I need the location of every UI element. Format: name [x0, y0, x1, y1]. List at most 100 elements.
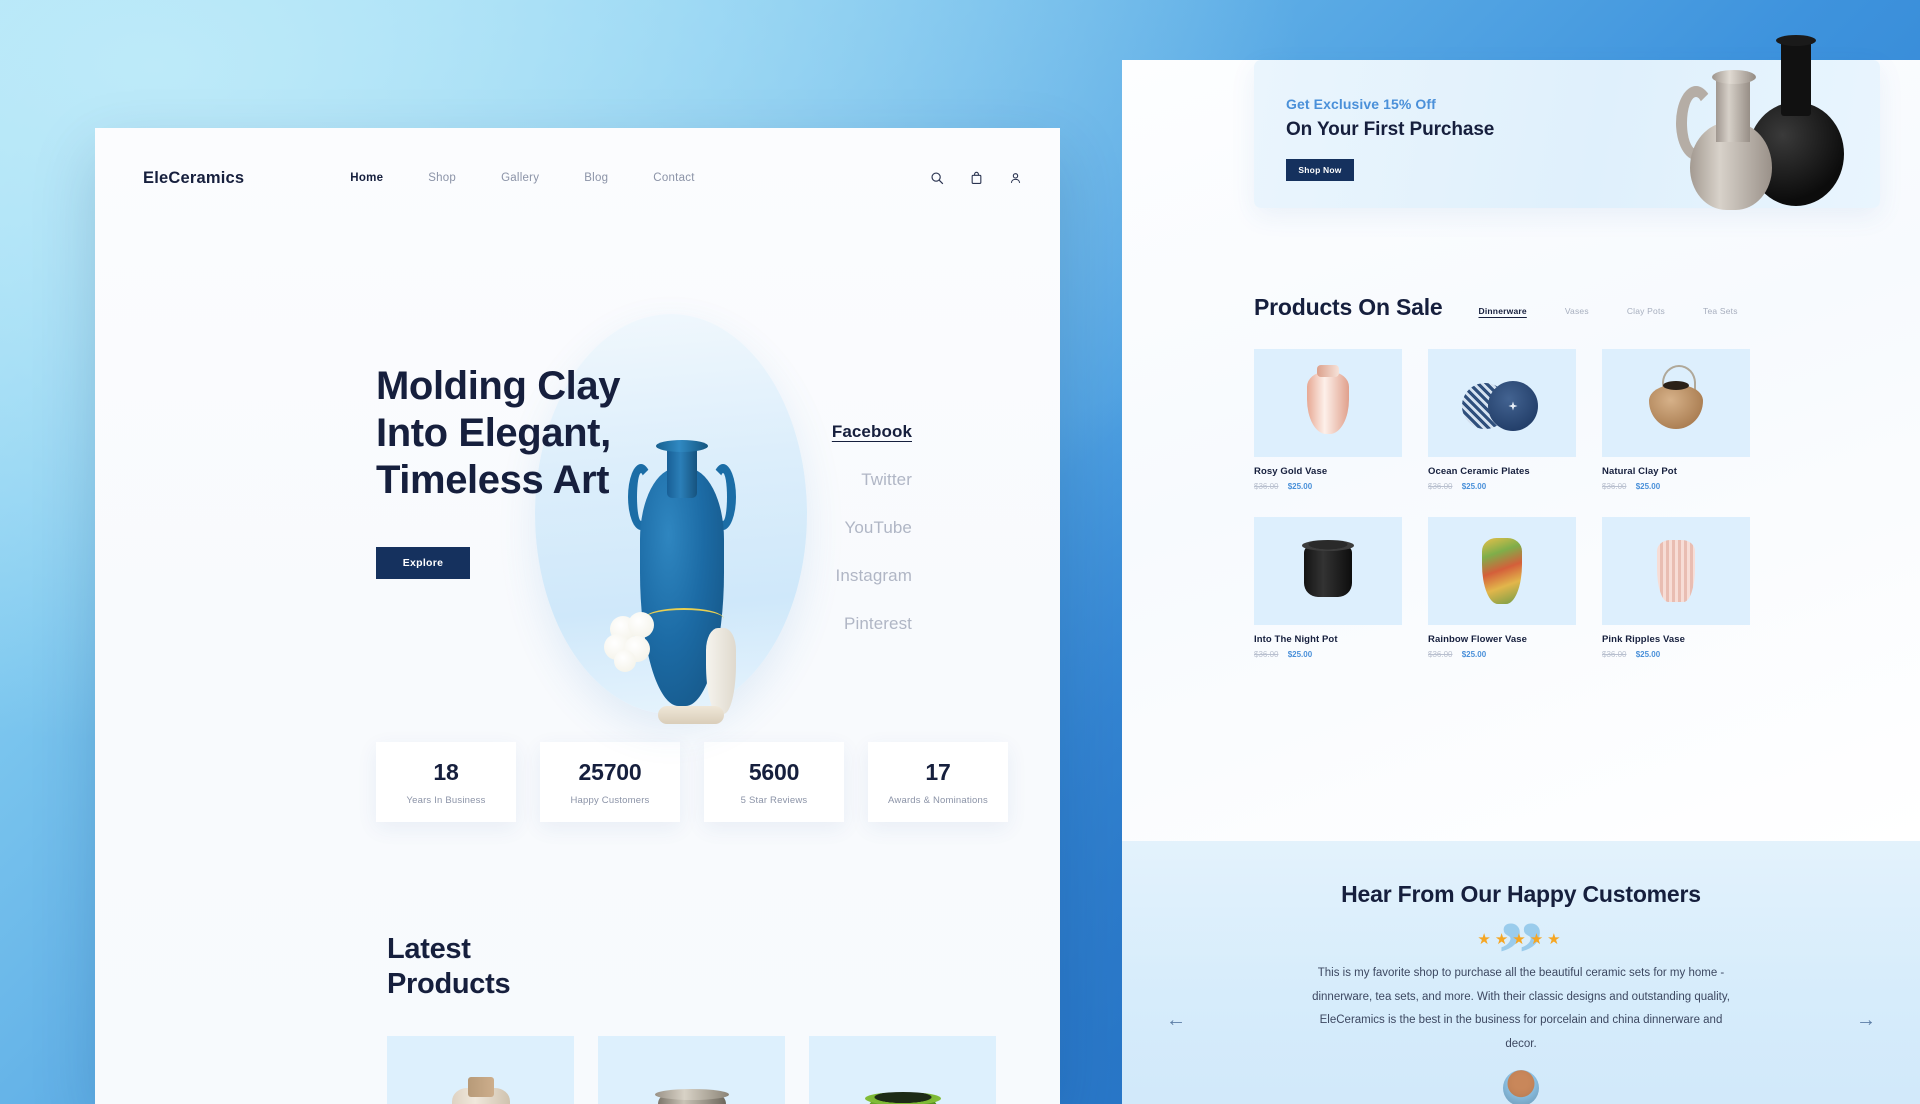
- latest-title-line-1: Latest: [387, 933, 471, 965]
- stat-value: 5600: [748, 758, 800, 785]
- product-card[interactable]: Natural Clay Pot $36.00 $25.00: [1602, 349, 1750, 491]
- nav-item-blog[interactable]: Blog: [584, 172, 608, 184]
- testimonial-author: Steve Smith: [1122, 1070, 1920, 1104]
- hero-vase-illustration: [604, 430, 742, 724]
- site-header: EleCeramics Home Shop Gallery Blog Conta…: [95, 148, 1060, 208]
- stat-value: 17: [925, 758, 951, 785]
- vase-lip: [656, 440, 708, 452]
- promo-illustration: [1644, 35, 1854, 210]
- latest-products-heading: Latest Products: [95, 932, 1060, 1002]
- sale-section-title: Products On Sale: [1254, 294, 1443, 320]
- stone-accent: [658, 706, 724, 724]
- product-old-price: $36.00: [1602, 482, 1627, 491]
- product-image: [1428, 349, 1576, 457]
- product-image: [1602, 349, 1750, 457]
- product-price: $36.00 $25.00: [1602, 482, 1750, 491]
- explore-button[interactable]: Explore: [376, 547, 470, 580]
- tab-dinnerware[interactable]: Dinnerware: [1479, 306, 1527, 316]
- latest-products-grid: [95, 1035, 1060, 1104]
- product-image: [1428, 517, 1576, 625]
- tab-tea-sets[interactable]: Tea Sets: [1703, 306, 1738, 316]
- stat-label: Awards & Nominations: [888, 794, 988, 806]
- avatar: [1503, 1070, 1539, 1104]
- flower-illustration: [604, 612, 666, 672]
- sale-products-grid: Rosy Gold Vase $36.00 $25.00 Ocean Ceram…: [1254, 349, 1880, 659]
- product-card[interactable]: Rainbow Flower Vase $36.00 $25.00: [1428, 517, 1576, 659]
- tab-vases[interactable]: Vases: [1565, 306, 1589, 316]
- stat-card-awards: 17 Awards & Nominations: [868, 742, 1008, 822]
- product-image: [1254, 517, 1402, 625]
- testimonial-card: ” ★★★★★ This is my favorite shop to purc…: [1122, 908, 1920, 1104]
- left-page-panel: EleCeramics Home Shop Gallery Blog Conta…: [95, 128, 1060, 1104]
- product-name: Into The Night Pot: [1254, 634, 1338, 645]
- main-nav: Home Shop Gallery Blog Contact: [350, 172, 694, 184]
- product-image: [1602, 517, 1750, 625]
- stat-value: 25700: [578, 758, 642, 785]
- nav-item-home[interactable]: Home: [350, 172, 383, 184]
- product-card[interactable]: Pink Ripples Vase $36.00 $25.00: [1602, 517, 1750, 659]
- social-link-pinterest[interactable]: Pinterest: [832, 614, 912, 634]
- stat-card-customers: 25700 Happy Customers: [540, 742, 680, 822]
- stats-row: 18 Years In Business 25700 Happy Custome…: [95, 742, 1060, 822]
- user-icon[interactable]: [1009, 171, 1022, 185]
- stat-card-reviews: 5600 5 Star Reviews: [704, 742, 844, 822]
- hero-line-3: Timeless Art: [376, 457, 610, 502]
- white-vase-accent: [706, 628, 736, 714]
- product-card[interactable]: Into The Night Pot $36.00 $25.00: [1254, 517, 1402, 659]
- product-name: Pink Ripples Vase: [1602, 634, 1686, 645]
- product-name: Natural Clay Pot: [1602, 466, 1677, 477]
- product-price: $36.00 $25.00: [1428, 482, 1576, 491]
- social-link-youtube[interactable]: YouTube: [832, 518, 912, 538]
- nav-item-shop[interactable]: Shop: [428, 172, 456, 184]
- search-icon[interactable]: [930, 171, 944, 185]
- bag-icon[interactable]: [970, 171, 983, 185]
- product-old-price: $36.00: [1254, 650, 1279, 659]
- stat-label: Years In Business: [406, 794, 486, 806]
- product-new-price: $25.00: [1635, 482, 1661, 491]
- right-page-panel: Get Exclusive 15% Off On Your First Purc…: [1122, 0, 1920, 1104]
- latest-product-card[interactable]: [809, 1035, 996, 1104]
- header-icon-group: [930, 171, 1022, 185]
- product-price: $36.00 $25.00: [1602, 650, 1750, 659]
- product-new-price: $25.00: [1635, 650, 1661, 659]
- product-old-price: $36.00: [1254, 482, 1279, 491]
- product-price: $36.00 $25.00: [1254, 650, 1402, 659]
- product-new-price: $25.00: [1461, 482, 1487, 491]
- beige-jug-image: [1676, 64, 1772, 210]
- social-links: Facebook Twitter YouTube Instagram Pinte…: [832, 422, 912, 662]
- latest-product-card[interactable]: [598, 1035, 785, 1104]
- rating-stars: ★★★★★: [1477, 931, 1565, 948]
- right-panel-upper: Get Exclusive 15% Off On Your First Purc…: [1122, 35, 1920, 841]
- latest-product-card[interactable]: [387, 1035, 574, 1104]
- hero-section: Molding Clay Into Elegant, Timeless Art …: [95, 208, 1060, 728]
- tab-clay-pots[interactable]: Clay Pots: [1627, 306, 1665, 316]
- product-card[interactable]: Rosy Gold Vase $36.00 $25.00: [1254, 349, 1402, 491]
- promo-copy: Get Exclusive 15% Off On Your First Purc…: [1286, 96, 1494, 181]
- product-image: [1254, 349, 1402, 457]
- stat-card-years: 18 Years In Business: [376, 742, 516, 822]
- latest-title-line-2: Products: [387, 967, 511, 1000]
- social-link-instagram[interactable]: Instagram: [832, 566, 912, 586]
- promo-title: On Your First Purchase: [1286, 119, 1495, 140]
- stat-label: 5 Star Reviews: [740, 794, 808, 806]
- product-new-price: $25.00: [1287, 650, 1313, 659]
- product-old-price: $36.00: [1428, 482, 1453, 491]
- social-link-twitter[interactable]: Twitter: [832, 470, 912, 490]
- social-link-facebook[interactable]: Facebook: [832, 422, 912, 442]
- nav-item-gallery[interactable]: Gallery: [501, 172, 539, 184]
- page-title: Molding Clay Into Elegant, Timeless Art: [376, 363, 620, 503]
- nav-item-contact[interactable]: Contact: [653, 172, 694, 184]
- hero-copy: Molding Clay Into Elegant, Timeless Art …: [376, 363, 620, 580]
- stone-jar-image: [451, 1076, 510, 1104]
- promo-subtitle: Get Exclusive 15% Off: [1286, 96, 1436, 112]
- promo-banner: Get Exclusive 15% Off On Your First Purc…: [1254, 35, 1880, 210]
- site-logo[interactable]: EleCeramics: [143, 169, 244, 188]
- product-card[interactable]: Ocean Ceramic Plates $36.00 $25.00: [1428, 349, 1576, 491]
- product-new-price: $25.00: [1287, 482, 1313, 491]
- product-price: $36.00 $25.00: [1254, 482, 1402, 491]
- product-name: Ocean Ceramic Plates: [1428, 466, 1530, 477]
- vase-neck: [667, 446, 697, 498]
- testimonials-title: Hear From Our Happy Customers: [1341, 881, 1701, 907]
- shop-now-button[interactable]: Shop Now: [1286, 159, 1354, 181]
- testimonials-section: Hear From Our Happy Customers ← → ” ★★★★…: [1122, 841, 1920, 1104]
